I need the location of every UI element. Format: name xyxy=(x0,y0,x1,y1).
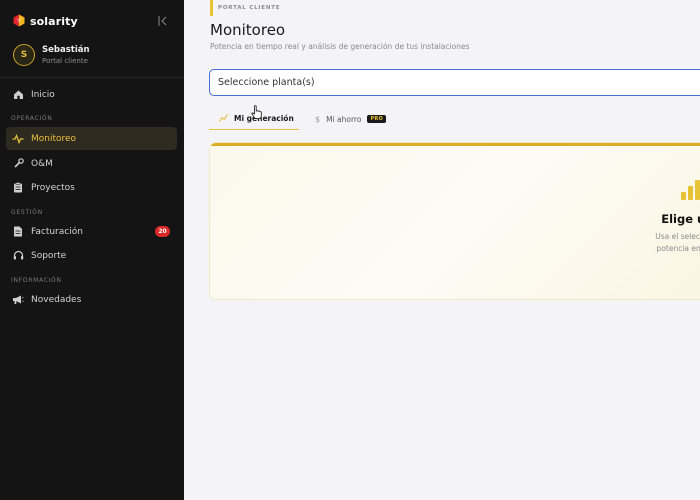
empty-state-text: Usa el selector de arriba para eleg pote… xyxy=(540,231,700,267)
empty-state-text-line-1: Usa el selector de arriba para eleg xyxy=(655,232,700,241)
clipboard-icon xyxy=(12,182,24,194)
nav-label-support: Soporte xyxy=(31,250,67,261)
empty-state-card: Elige una planta p Usa el selector de ar… xyxy=(209,142,700,300)
plant-select-input[interactable]: Seleccione planta(s) xyxy=(209,69,700,96)
nav-item-home[interactable]: Inicio xyxy=(6,83,177,106)
tab-label-my-generation: Mi generación xyxy=(234,114,294,123)
pro-badge: PRO xyxy=(367,115,387,123)
invoice-icon xyxy=(12,226,24,238)
nav-item-billing[interactable]: Facturación 20 xyxy=(6,220,177,243)
nav-label-projects: Proyectos xyxy=(31,182,75,193)
page-title: Monitoreo xyxy=(210,21,286,39)
nav-section-operation: OPERACIÓN xyxy=(11,115,53,122)
brand-name: solarity xyxy=(30,15,78,28)
headset-icon xyxy=(12,250,24,262)
nav-item-projects[interactable]: Proyectos xyxy=(6,176,177,199)
empty-state-text-line-3: desemp xyxy=(540,255,700,267)
trend-line-icon xyxy=(219,113,228,124)
bar-chart-icon xyxy=(681,176,700,204)
nav-label-news: Novedades xyxy=(31,294,82,305)
nav-item-support[interactable]: Soporte xyxy=(6,244,177,267)
user-role: Portal cliente xyxy=(42,56,88,65)
plant-select-placeholder: Seleccione planta(s) xyxy=(218,77,315,88)
main-content: PORTAL CLIENTE Monitoreo Potencia en tie… xyxy=(184,0,700,500)
user-name: Sebastián xyxy=(42,44,90,55)
nav-label-monitoring: Monitoreo xyxy=(31,133,77,144)
brand[interactable]: solarity xyxy=(13,12,78,31)
nav-item-monitoring[interactable]: Monitoreo xyxy=(6,127,177,150)
wrench-icon xyxy=(12,158,24,170)
nav-section-info: INFORMACIÓN xyxy=(11,277,62,284)
megaphone-icon xyxy=(12,294,24,306)
sidebar-divider xyxy=(0,77,184,78)
pulse-icon xyxy=(12,133,24,145)
billing-count-badge: 20 xyxy=(155,226,170,237)
page-eyebrow: PORTAL CLIENTE xyxy=(218,5,281,11)
dollar-icon: $ xyxy=(315,114,321,124)
empty-state-text-line-2: potencia en tiempo real, generaci xyxy=(656,244,700,253)
tab-bar: Mi generación $ Mi ahorro PRO xyxy=(209,108,387,131)
page-subtitle: Potencia en tiempo real y análisis de ge… xyxy=(210,42,470,51)
nav-label-billing: Facturación xyxy=(31,226,83,237)
card-accent-bar xyxy=(210,143,700,146)
hand-pointer-cursor-icon xyxy=(251,104,262,123)
empty-state-title: Elige una planta p xyxy=(661,212,700,226)
nav-label-home: Inicio xyxy=(31,89,55,100)
tab-label-my-savings: Mi ahorro xyxy=(326,114,362,124)
tab-my-savings[interactable]: $ Mi ahorro PRO xyxy=(299,108,387,130)
user-profile[interactable]: S Sebastián Portal cliente xyxy=(13,44,90,66)
nav-item-news[interactable]: Novedades xyxy=(6,288,177,311)
home-icon xyxy=(12,89,24,101)
collapse-icon xyxy=(158,16,167,26)
nav-section-management: GESTIÓN xyxy=(11,209,43,216)
collapse-sidebar-button[interactable] xyxy=(156,13,170,27)
sidebar: solarity S Sebastián Portal cliente Inic… xyxy=(0,0,184,500)
nav-label-om: O&M xyxy=(31,158,53,169)
solarity-logo-icon xyxy=(13,12,25,31)
nav-item-om[interactable]: O&M xyxy=(6,152,177,175)
avatar: S xyxy=(13,44,35,66)
eyebrow-accent-bar xyxy=(210,0,213,16)
